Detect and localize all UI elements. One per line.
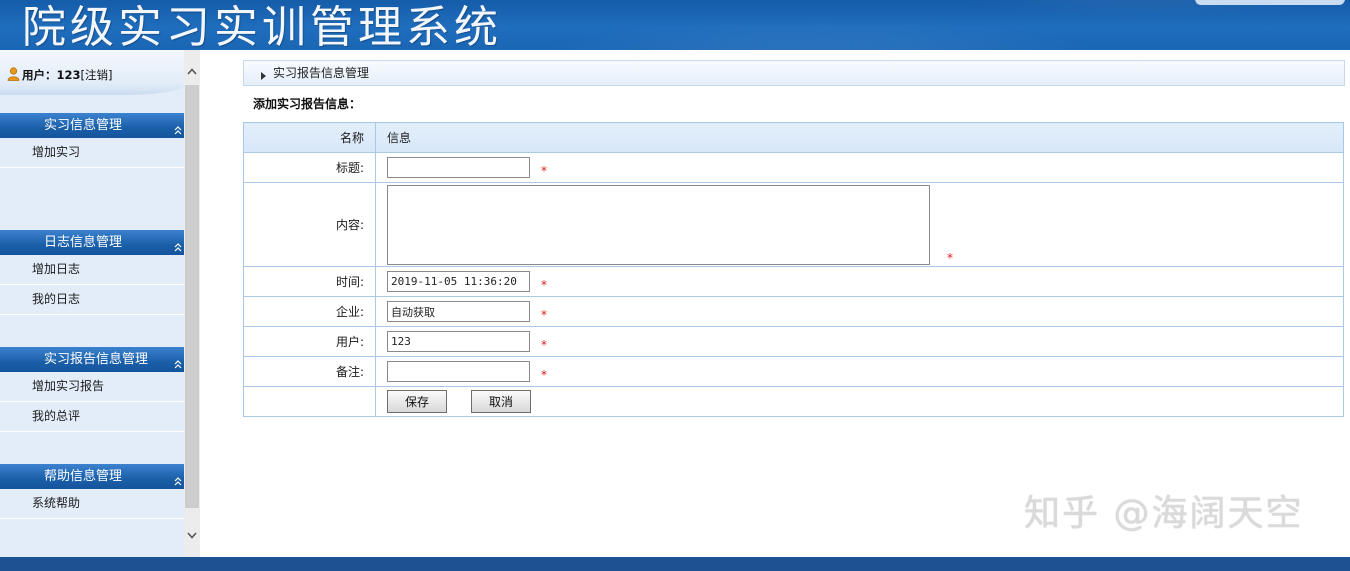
scroll-up-button[interactable]: [184, 50, 200, 84]
field-label-time: 时间:: [243, 266, 376, 297]
scroll-down-button[interactable]: [184, 520, 200, 550]
required-mark: *: [541, 338, 547, 352]
logout-link[interactable]: [注销]: [81, 68, 113, 82]
user-label: 用户：: [22, 68, 57, 82]
menu-group-header-log[interactable]: 日志信息管理: [0, 230, 184, 255]
user-input[interactable]: [387, 331, 530, 352]
triangle-right-icon: [261, 69, 267, 80]
field-cell-time: *: [375, 266, 1344, 297]
table-row-user: 用户: *: [243, 326, 1344, 357]
field-label-title: 标题:: [243, 152, 376, 183]
field-cell-remark: *: [375, 356, 1344, 387]
user-panel: 用户：123[注销]: [0, 50, 184, 95]
sidebar-item-system-help[interactable]: 系统帮助: [0, 489, 184, 519]
menu-group-log: 日志信息管理 增加日志 我的日志: [0, 230, 184, 315]
chevron-down-icon: [187, 532, 197, 539]
title-input[interactable]: [387, 157, 530, 178]
field-cell-user: *: [375, 326, 1344, 357]
field-label-company: 企业:: [243, 296, 376, 327]
double-chevron-up-icon[interactable]: [174, 471, 182, 486]
double-chevron-up-icon[interactable]: [174, 354, 182, 369]
breadcrumb-text: 实习报告信息管理: [273, 66, 370, 80]
menu-group-header-internship[interactable]: 实习信息管理: [0, 113, 184, 138]
user-name: 123: [56, 68, 81, 82]
report-form-table: 名称 信息 标题: * 内容: * 时间: * 企业: * 用户: * 备注: …: [243, 122, 1344, 417]
required-mark: *: [541, 308, 547, 322]
menu-group-title: 帮助信息管理: [44, 469, 123, 484]
double-chevron-up-icon[interactable]: [174, 237, 182, 252]
top-links-box: [1195, 0, 1345, 5]
remark-input[interactable]: [387, 361, 530, 382]
watermark-text: 知乎 @海阔天空: [1024, 493, 1304, 534]
column-header-name: 名称: [243, 122, 376, 153]
sidebar-item-add-internship[interactable]: 增加实习: [0, 138, 184, 168]
content-textarea[interactable]: [387, 184, 930, 265]
time-input[interactable]: [387, 271, 530, 292]
form-heading: 添加实习报告信息：: [253, 97, 362, 111]
chevron-up-icon: [187, 68, 197, 75]
breadcrumb: 实习报告信息管理: [243, 60, 1345, 86]
sidebar-item-add-report[interactable]: 增加实习报告: [0, 372, 184, 402]
menu-group-report: 实习报告信息管理 增加实习报告 我的总评: [0, 347, 184, 432]
table-row-remark: 备注: *: [243, 356, 1344, 387]
menu-group-title: 日志信息管理: [44, 235, 123, 250]
table-cell-empty: [243, 386, 376, 417]
table-row-company: 企业: *: [243, 296, 1344, 327]
field-cell-company: *: [375, 296, 1344, 327]
save-button[interactable]: 保存: [387, 390, 447, 413]
sidebar: 用户：123[注销] 实习信息管理 增加实习 日志信息管理 增加日志 我的日志 …: [0, 50, 184, 557]
sidebar-item-add-log[interactable]: 增加日志: [0, 255, 184, 285]
app-header: 院级实习实训管理系统: [0, 0, 1350, 50]
menu-group-header-report[interactable]: 实习报告信息管理: [0, 347, 184, 372]
scroll-thumb[interactable]: [185, 85, 199, 508]
footer-bar: [0, 557, 1350, 571]
field-label-content: 内容:: [243, 182, 376, 267]
user-info: 用户：123[注销]: [7, 67, 113, 82]
cancel-button[interactable]: 取消: [471, 390, 531, 413]
menu-group-internship: 实习信息管理 增加实习: [0, 113, 184, 168]
table-header-row: 名称 信息: [243, 122, 1344, 153]
column-header-info: 信息: [375, 122, 1344, 153]
action-buttons-cell: 保存 取消: [375, 386, 1344, 417]
sidebar-item-my-logs[interactable]: 我的日志: [0, 285, 184, 315]
field-cell-content: *: [375, 182, 1344, 267]
required-mark: *: [541, 368, 547, 382]
table-row-title: 标题: *: [243, 152, 1344, 183]
double-chevron-up-icon[interactable]: [174, 120, 182, 135]
user-icon: [7, 67, 20, 81]
sidebar-scrollbar[interactable]: [184, 50, 200, 557]
app-title: 院级实习实训管理系统: [22, 2, 502, 51]
sidebar-item-my-evaluation[interactable]: 我的总评: [0, 402, 184, 432]
required-mark: *: [947, 250, 953, 265]
required-mark: *: [541, 164, 547, 178]
menu-group-title: 实习信息管理: [44, 118, 123, 133]
required-mark: *: [541, 278, 547, 292]
menu-group-header-help[interactable]: 帮助信息管理: [0, 464, 184, 489]
field-label-remark: 备注:: [243, 356, 376, 387]
menu-group-help: 帮助信息管理 系统帮助: [0, 464, 184, 519]
menu-group-title: 实习报告信息管理: [44, 352, 149, 367]
table-row-actions: 保存 取消: [243, 386, 1344, 417]
table-row-time: 时间: *: [243, 266, 1344, 297]
field-cell-title: *: [375, 152, 1344, 183]
table-row-content: 内容: *: [243, 182, 1344, 267]
field-label-user: 用户:: [243, 326, 376, 357]
company-input[interactable]: [387, 301, 530, 322]
